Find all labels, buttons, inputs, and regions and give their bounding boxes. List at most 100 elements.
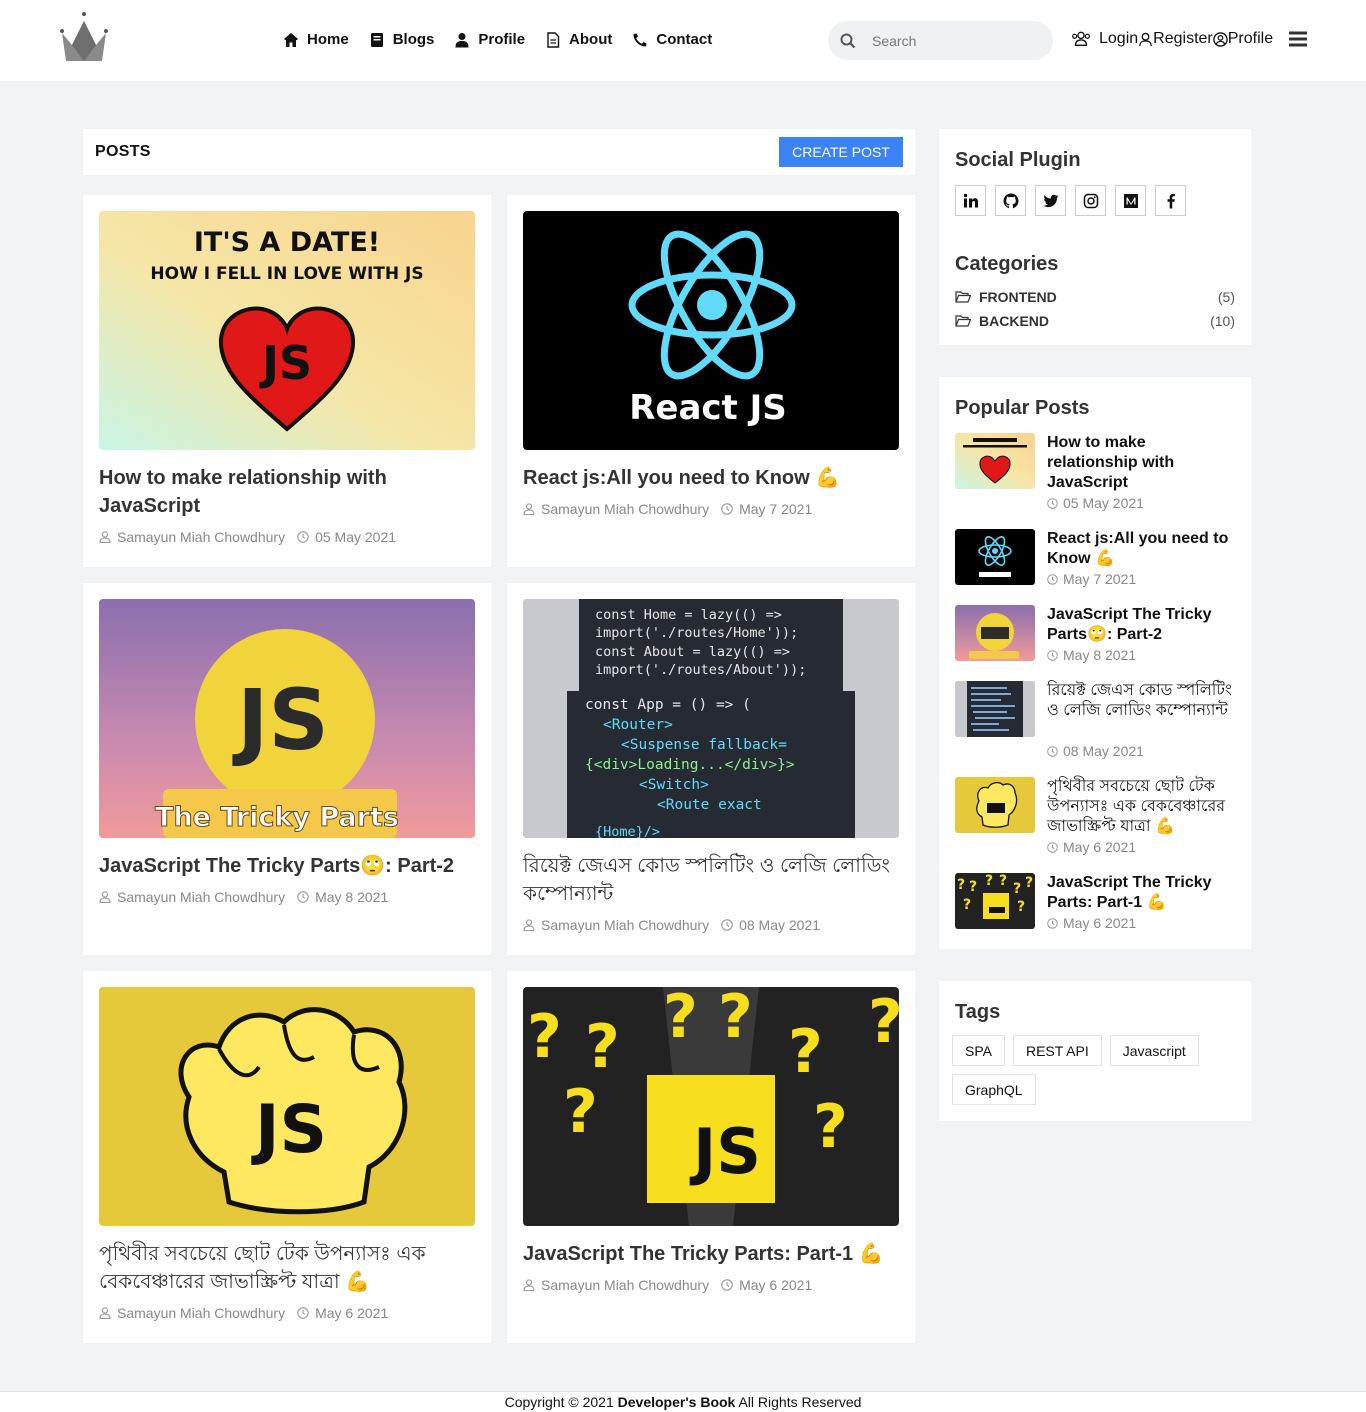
post-card[interactable]: React JS React js:All you need to Know 💪… bbox=[507, 195, 915, 567]
popular-post-date-wrap: 05 May 2021 bbox=[1047, 495, 1144, 511]
footer: Copyright © 2021 Developer's Book All Ri… bbox=[0, 1391, 1366, 1412]
login-link[interactable]: Login bbox=[1099, 30, 1138, 48]
instagram-button[interactable] bbox=[1075, 185, 1106, 216]
hamburger-menu-icon[interactable] bbox=[1289, 30, 1307, 48]
thumb-react-text: React JS bbox=[629, 388, 787, 428]
linkedin-button[interactable] bbox=[955, 185, 986, 216]
search-input[interactable] bbox=[872, 32, 1032, 49]
popular-post-title[interactable]: পৃথিবীর সবচেয়ে ছোট টেক উপন্যাসঃ এক বেকব… bbox=[1047, 777, 1237, 837]
code-line: {<div>Loading...</div>}> bbox=[585, 757, 795, 773]
thumb-subheadline: HOW I FELL IN LOVE WITH JS bbox=[150, 264, 423, 284]
popular-posts-widget: Popular Posts How to make relationship w… bbox=[939, 377, 1251, 949]
post-card[interactable]: JS পৃথিবীর সবচেয়ে ছোট টেক উপন্যাসঃ এক ব… bbox=[83, 971, 491, 1343]
create-post-button[interactable]: CREATE POST bbox=[779, 137, 903, 167]
popular-post-title[interactable]: JavaScript The Tricky Parts🙄: Part-2 bbox=[1047, 605, 1237, 645]
post-title[interactable]: How to make relationship with JavaScript bbox=[99, 464, 475, 520]
nav-about-label: About bbox=[569, 31, 613, 48]
clock-icon bbox=[1047, 917, 1058, 929]
popular-post-item[interactable]: How to make relationship with JavaScript… bbox=[955, 433, 1235, 523]
clock-icon bbox=[297, 1307, 309, 1319]
facebook-icon bbox=[1167, 193, 1175, 208]
post-thumbnail[interactable]: JS The Tricky Parts bbox=[99, 599, 475, 838]
github-icon bbox=[1003, 193, 1018, 208]
footer-brand[interactable]: Developer's Book bbox=[618, 1394, 736, 1410]
post-title[interactable]: JavaScript The Tricky Parts: Part-1 💪 bbox=[523, 1240, 899, 1268]
post-title[interactable]: রিয়েক্ট জেএস কোড স্পলিটিং ও লেজি লোডিং … bbox=[523, 852, 899, 908]
popular-post-title[interactable]: রিয়েক্ট জেএস কোড স্পলিটিং ও লেজি লোডিং … bbox=[1047, 681, 1237, 721]
post-author[interactable]: Samayun Miah Chowdhury bbox=[541, 917, 709, 933]
post-card[interactable]: ? ? ? ? ? ? ? ? JS JavaScript The Tricky… bbox=[507, 971, 915, 1343]
popular-post-date: May 6 2021 bbox=[1063, 839, 1137, 855]
nav-home[interactable]: Home bbox=[283, 31, 349, 48]
post-card[interactable]: IT'S A DATE! HOW I FELL IN LOVE WITH JS … bbox=[83, 195, 491, 567]
popular-post-title[interactable]: How to make relationship with JavaScript bbox=[1047, 433, 1237, 493]
popular-post-item[interactable]: রিয়েক্ট জেএস কোড স্পলিটিং ও লেজি লোডিং … bbox=[955, 681, 1235, 771]
popular-post-thumbnail bbox=[955, 605, 1035, 661]
social-categories-widget: Social Plugin Categories FRONTEND (5) BA… bbox=[939, 129, 1251, 345]
post-meta: Samayun Miah Chowdhury May 6 2021 bbox=[523, 1277, 812, 1293]
register-link[interactable]: Register bbox=[1153, 30, 1213, 48]
tags-title: Tags bbox=[955, 1001, 1001, 1023]
popular-post-item[interactable]: ???????? JavaScript The Tricky Parts: Pa… bbox=[955, 873, 1235, 963]
popular-post-date-wrap: May 8 2021 bbox=[1047, 647, 1136, 663]
popular-post-thumbnail bbox=[955, 681, 1035, 737]
thumb-tricky-text: The Tricky Parts bbox=[155, 802, 399, 833]
crown-logo-icon[interactable] bbox=[58, 11, 110, 63]
facebook-button[interactable] bbox=[1155, 185, 1186, 216]
categories-title: Categories bbox=[955, 253, 1059, 275]
post-author[interactable]: Samayun Miah Chowdhury bbox=[117, 1305, 285, 1321]
post-card[interactable]: JS The Tricky Parts JavaScript The Trick… bbox=[83, 583, 491, 955]
code-line: <Switch> bbox=[639, 777, 709, 793]
nav-blogs[interactable]: Blogs bbox=[369, 31, 434, 48]
post-meta: Samayun Miah Chowdhury 08 May 2021 bbox=[523, 917, 820, 933]
popular-post-date-wrap: May 6 2021 bbox=[1047, 839, 1136, 855]
nav-contact[interactable]: Contact bbox=[632, 31, 712, 48]
thumb-js-text: JS bbox=[251, 1091, 327, 1168]
popular-post-title[interactable]: React js:All you need to Know 💪 bbox=[1047, 529, 1237, 569]
post-title[interactable]: React js:All you need to Know 💪 bbox=[523, 464, 899, 492]
post-thumbnail[interactable]: const Home = lazy(() => import('./routes… bbox=[523, 599, 899, 838]
svg-text:?: ? bbox=[663, 987, 698, 1052]
post-date: May 6 2021 bbox=[739, 1277, 813, 1293]
svg-text:?: ? bbox=[1017, 899, 1025, 915]
category-item[interactable]: BACKEND (10) bbox=[955, 313, 1235, 329]
post-author[interactable]: Samayun Miah Chowdhury bbox=[541, 1277, 709, 1293]
tag-spa[interactable]: SPA bbox=[952, 1035, 1005, 1066]
user-outline-icon bbox=[523, 1279, 535, 1291]
twitter-button[interactable] bbox=[1035, 185, 1066, 216]
post-meta: Samayun Miah Chowdhury May 8 2021 bbox=[99, 889, 388, 905]
popular-post-date: May 7 2021 bbox=[1063, 571, 1137, 587]
svg-text:?: ? bbox=[1013, 881, 1021, 897]
clock-icon bbox=[297, 531, 309, 543]
post-title[interactable]: পৃথিবীর সবচেয়ে ছোট টেক উপন্যাসঃ এক বেকব… bbox=[99, 1240, 475, 1296]
book-icon bbox=[370, 32, 383, 47]
tag-rest-api[interactable]: REST API bbox=[1012, 1035, 1102, 1066]
medium-button[interactable] bbox=[1115, 185, 1146, 216]
tag-javascript[interactable]: Javascript bbox=[1109, 1035, 1199, 1066]
linkedin-icon bbox=[963, 193, 978, 207]
popular-post-item[interactable]: পৃথিবীর সবচেয়ে ছোট টেক উপন্যাসঃ এক বেকব… bbox=[955, 777, 1235, 867]
post-author[interactable]: Samayun Miah Chowdhury bbox=[117, 889, 285, 905]
nav-profile[interactable]: Profile bbox=[454, 31, 525, 48]
post-author[interactable]: Samayun Miah Chowdhury bbox=[541, 501, 709, 517]
svg-text:?: ? bbox=[813, 1092, 848, 1162]
profile-link[interactable]: Profile bbox=[1228, 30, 1273, 48]
popular-post-title[interactable]: JavaScript The Tricky Parts: Part-1 💪 bbox=[1047, 873, 1237, 913]
category-name: BACKEND bbox=[979, 313, 1049, 329]
post-date: May 7 2021 bbox=[739, 501, 813, 517]
js-question-marks-image: ? ? ? ? ? ? ? ? JS bbox=[523, 987, 899, 1226]
github-button[interactable] bbox=[995, 185, 1026, 216]
tag-graphql[interactable]: GraphQL bbox=[952, 1074, 1036, 1105]
post-thumbnail[interactable]: JS bbox=[99, 987, 475, 1226]
search-icon[interactable] bbox=[840, 33, 856, 49]
post-thumbnail[interactable]: IT'S A DATE! HOW I FELL IN LOVE WITH JS … bbox=[99, 211, 475, 450]
category-item[interactable]: FRONTEND (5) bbox=[955, 289, 1235, 305]
post-thumbnail[interactable]: React JS bbox=[523, 211, 899, 450]
post-card[interactable]: const Home = lazy(() => import('./routes… bbox=[507, 583, 915, 955]
svg-text:?: ? bbox=[957, 877, 965, 893]
post-author[interactable]: Samayun Miah Chowdhury bbox=[117, 529, 285, 545]
post-thumbnail[interactable]: ? ? ? ? ? ? ? ? JS bbox=[523, 987, 899, 1226]
post-title[interactable]: JavaScript The Tricky Parts🙄: Part-2 bbox=[99, 852, 475, 880]
user-circle-icon bbox=[1213, 31, 1228, 47]
nav-about[interactable]: About bbox=[545, 31, 612, 48]
